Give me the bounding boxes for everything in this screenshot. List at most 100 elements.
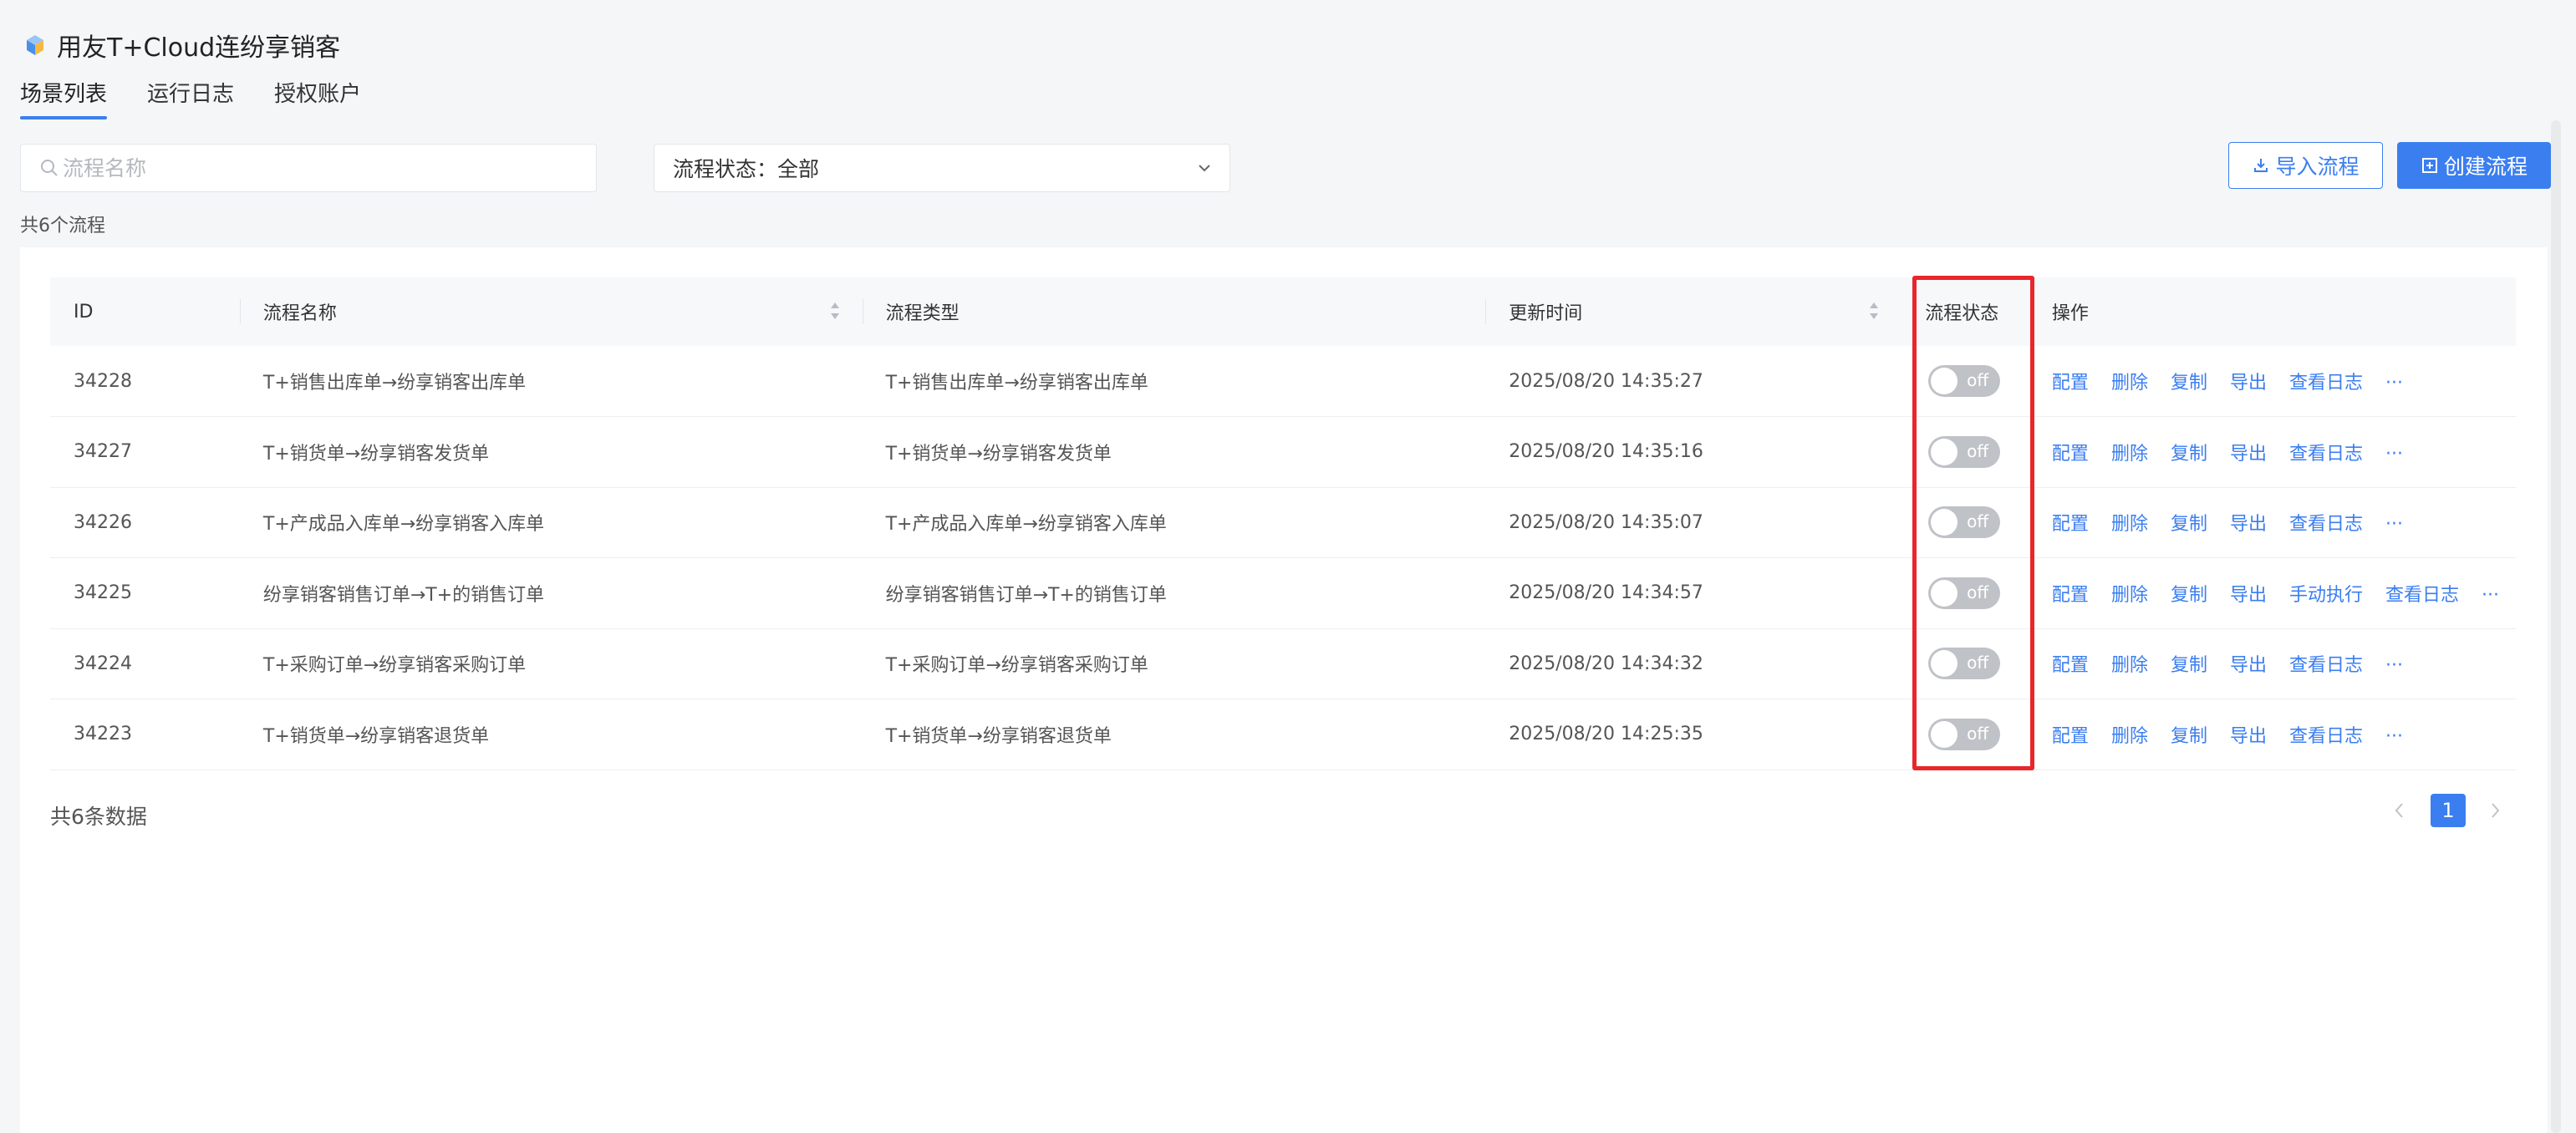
- header-status-label: 流程状态: [1925, 303, 1999, 324]
- app-title: 用友T+Cloud连纷享销客: [57, 33, 341, 63]
- export-link[interactable]: 导出: [2230, 444, 2267, 465]
- view-log-link[interactable]: 查看日志: [2289, 444, 2363, 465]
- cell-id: 34223: [74, 724, 132, 745]
- export-link[interactable]: 导出: [2230, 373, 2267, 394]
- scrollbar[interactable]: [2551, 120, 2561, 1133]
- copy-link[interactable]: 复制: [2171, 514, 2207, 535]
- view-log-link[interactable]: 查看日志: [2289, 655, 2363, 676]
- total-flows-count: 共6个流程: [20, 216, 105, 236]
- export-link[interactable]: 导出: [2230, 514, 2267, 535]
- sort-icon[interactable]: [829, 299, 841, 323]
- cell-status: off: [1901, 417, 2029, 488]
- status-toggle[interactable]: off: [1928, 718, 2001, 750]
- cell-type: T+销货单→纷享销客退货单: [885, 725, 1112, 747]
- delete-link[interactable]: 删除: [2111, 373, 2148, 394]
- more-icon[interactable]: ···: [2385, 444, 2403, 465]
- table-row: 34225 纷享销客销售订单→T+的销售订单 纷享销客销售订单→T+的销售订单 …: [50, 558, 2516, 629]
- header-name[interactable]: 流程名称: [239, 277, 863, 346]
- cell-name: T+采购订单→纷享销客采购订单: [262, 655, 527, 677]
- page-number-current[interactable]: 1: [2431, 794, 2466, 827]
- cell-actions: 配置 删除 复制 导出 查看日志 ···: [2029, 346, 2516, 417]
- cell-id: 34224: [74, 653, 132, 674]
- cell-type: T+采购订单→纷享销客采购订单: [885, 655, 1148, 677]
- export-link[interactable]: 导出: [2230, 655, 2267, 676]
- status-filter-select[interactable]: 流程状态：全部: [654, 144, 1230, 192]
- prev-page-button[interactable]: [2389, 794, 2411, 827]
- config-link[interactable]: 配置: [2052, 373, 2089, 394]
- toggle-label: off: [1967, 440, 1989, 461]
- cell-id: 34226: [74, 511, 132, 533]
- view-log-link[interactable]: 查看日志: [2289, 373, 2363, 394]
- table-row: 34226 T+产成品入库单→纷享销客入库单 T+产成品入库单→纷享销客入库单 …: [50, 487, 2516, 558]
- toggle-label: off: [1967, 723, 1989, 744]
- more-icon[interactable]: ···: [2385, 373, 2403, 394]
- toggle-knob: [1931, 650, 1958, 678]
- export-link[interactable]: 导出: [2230, 585, 2267, 606]
- copy-link[interactable]: 复制: [2171, 373, 2207, 394]
- more-icon[interactable]: ···: [2385, 655, 2403, 676]
- config-link[interactable]: 配置: [2052, 444, 2089, 465]
- more-icon[interactable]: ···: [2385, 514, 2403, 535]
- sort-icon[interactable]: [1868, 299, 1880, 323]
- copy-link[interactable]: 复制: [2171, 655, 2207, 676]
- export-link[interactable]: 导出: [2230, 726, 2267, 747]
- search-input[interactable]: [63, 155, 564, 180]
- config-link[interactable]: 配置: [2052, 585, 2089, 606]
- import-flow-button[interactable]: 导入流程: [2228, 142, 2383, 189]
- delete-link[interactable]: 删除: [2111, 444, 2148, 465]
- header-type-label: 流程类型: [885, 303, 960, 324]
- cell-time: 2025/08/20 14:34:32: [1509, 653, 1703, 674]
- table-header-row: ID 流程名称 流程类型 更新时间 流程状态 操作: [50, 277, 2516, 346]
- chevron-left-icon: [2395, 803, 2403, 818]
- cell-name: T+销货单→纷享销客退货单: [262, 725, 490, 747]
- config-link[interactable]: 配置: [2052, 514, 2089, 535]
- cell-actions: 配置 删除 复制 导出 查看日志 ···: [2029, 628, 2516, 699]
- delete-link[interactable]: 删除: [2111, 655, 2148, 676]
- view-log-link[interactable]: 查看日志: [2385, 585, 2459, 606]
- status-toggle[interactable]: off: [1928, 365, 2001, 397]
- cell-actions: 配置 删除 复制 导出 查看日志 ···: [2029, 699, 2516, 770]
- more-icon[interactable]: ···: [2385, 726, 2403, 747]
- cell-actions: 配置 删除 复制 导出 手动执行 查看日志 ···: [2029, 558, 2516, 629]
- search-icon: [41, 160, 58, 176]
- copy-link[interactable]: 复制: [2171, 585, 2207, 606]
- cell-actions: 配置 删除 复制 导出 查看日志 ···: [2029, 417, 2516, 488]
- cell-time: 2025/08/20 14:35:16: [1509, 441, 1703, 463]
- status-toggle[interactable]: off: [1928, 648, 2001, 680]
- tab-run-log[interactable]: 运行日志: [147, 77, 234, 119]
- create-flow-button[interactable]: 创建流程: [2397, 142, 2551, 189]
- toggle-label: off: [1967, 582, 1989, 602]
- cell-name: T+产成品入库单→纷享销客入库单: [262, 514, 545, 536]
- config-link[interactable]: 配置: [2052, 726, 2089, 747]
- config-link[interactable]: 配置: [2052, 655, 2089, 676]
- import-flow-label: 导入流程: [2275, 155, 2360, 179]
- search-box[interactable]: [20, 144, 597, 192]
- view-log-link[interactable]: 查看日志: [2289, 514, 2363, 535]
- status-toggle[interactable]: off: [1928, 435, 2001, 468]
- manual-run-link[interactable]: 手动执行: [2289, 585, 2363, 606]
- header-type: 流程类型: [862, 277, 1486, 346]
- toggle-knob: [1931, 509, 1958, 536]
- cell-status: off: [1901, 628, 2029, 699]
- delete-link[interactable]: 删除: [2111, 585, 2148, 606]
- download-icon: [2254, 159, 2268, 172]
- status-toggle[interactable]: off: [1928, 577, 2001, 609]
- header-time[interactable]: 更新时间: [1485, 277, 1901, 346]
- copy-link[interactable]: 复制: [2171, 444, 2207, 465]
- tab-auth-account[interactable]: 授权账户: [274, 77, 361, 119]
- delete-link[interactable]: 删除: [2111, 726, 2148, 747]
- app-logo-icon: [27, 35, 43, 55]
- more-icon[interactable]: ···: [2482, 585, 2499, 606]
- delete-link[interactable]: 删除: [2111, 514, 2148, 535]
- table-row: 34223 T+销货单→纷享销客退货单 T+销货单→纷享销客退货单 2025/0…: [50, 699, 2516, 770]
- status-toggle[interactable]: off: [1928, 506, 2001, 539]
- copy-link[interactable]: 复制: [2171, 726, 2207, 747]
- cell-type: 纷享销客销售订单→T+的销售订单: [885, 584, 1167, 606]
- view-log-link[interactable]: 查看日志: [2289, 726, 2363, 747]
- toggle-label: off: [1967, 511, 1989, 532]
- chevron-right-icon: [2492, 803, 2500, 818]
- next-page-button[interactable]: [2484, 794, 2506, 827]
- toggle-label: off: [1967, 653, 1989, 673]
- tab-scene-list[interactable]: 场景列表: [20, 77, 108, 119]
- toggle-knob: [1931, 368, 1958, 394]
